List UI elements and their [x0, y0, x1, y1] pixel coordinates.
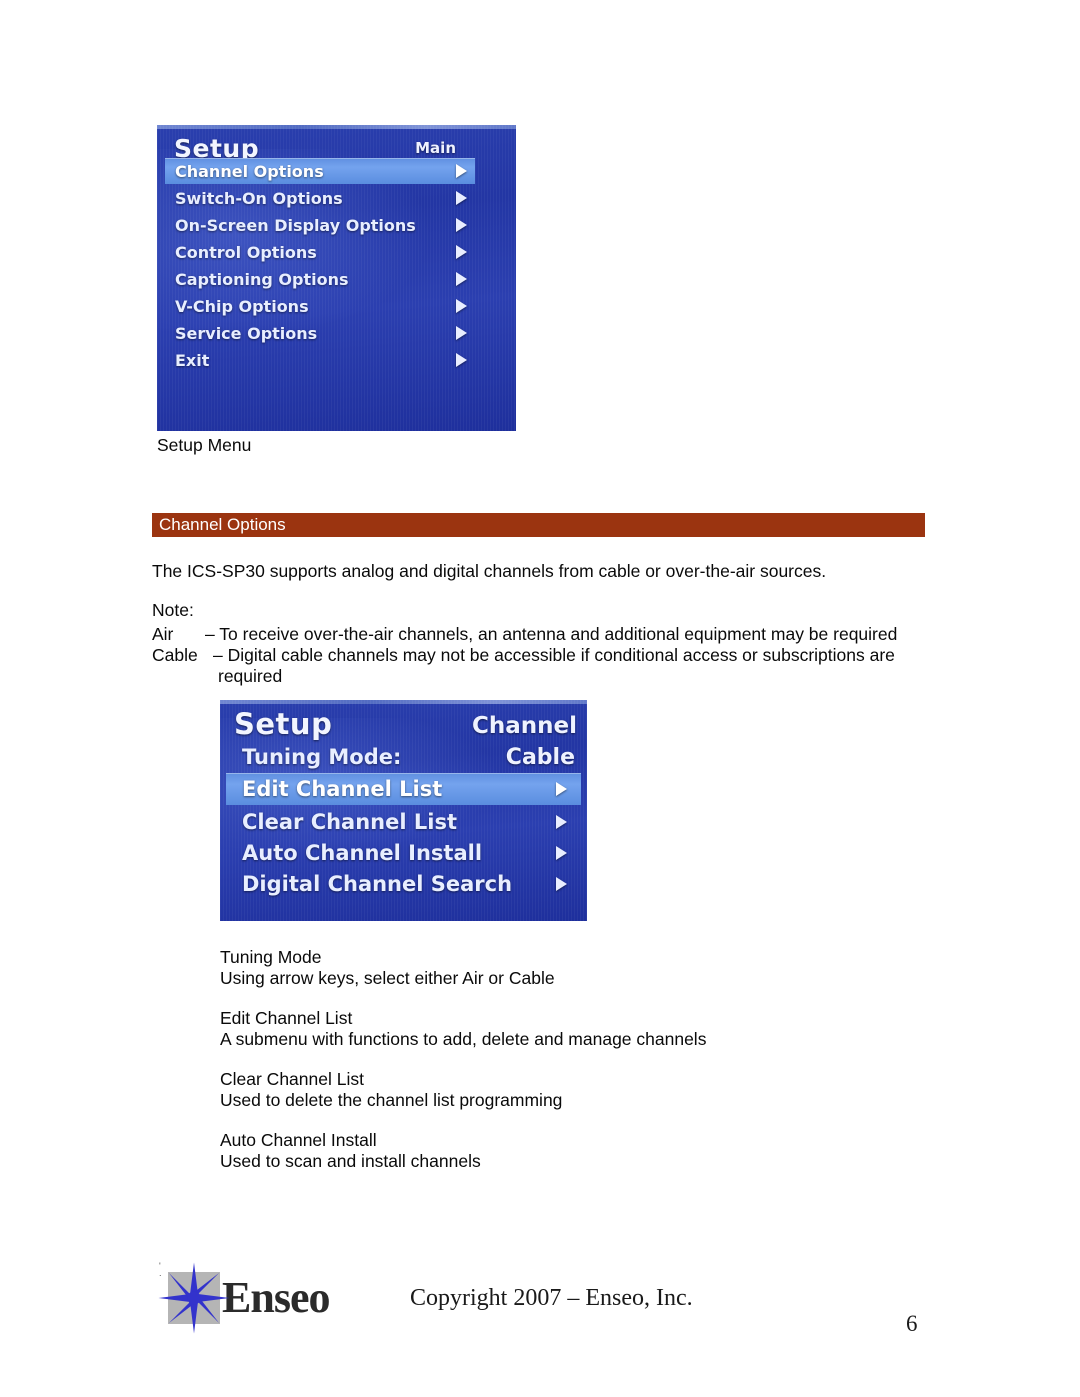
triangle-right-icon [556, 782, 567, 796]
description-term-tuning-mode: Tuning Mode [220, 947, 322, 967]
osd-item-label: Tuning Mode: [242, 745, 402, 769]
section-heading-bar: Channel Options [152, 513, 925, 537]
osd-item-label: Exit [175, 350, 210, 370]
osd-item-digital-channel-search[interactable]: Digital Channel Search [226, 868, 581, 899]
osd-title: Setup [234, 707, 333, 741]
osd-item-label: Control Options [175, 242, 317, 262]
osd-item-captioning-options[interactable]: Captioning Options [165, 266, 475, 292]
triangle-right-icon [456, 272, 467, 286]
osd-item-label: Channel Options [175, 161, 324, 181]
osd-item-label: On-Screen Display Options [175, 215, 416, 235]
osd-item-label: Clear Channel List [242, 809, 457, 834]
osd-item-switch-on-options[interactable]: Switch-On Options [165, 185, 475, 211]
intro-paragraph: The ICS-SP30 supports analog and digital… [152, 561, 827, 581]
note-cable-text: – Digital cable channels may not be acce… [213, 645, 895, 665]
description-term-edit-channel-list: Edit Channel List [220, 1008, 353, 1028]
screen-top-edge [220, 700, 587, 704]
note-air-term: Air [152, 624, 174, 644]
triangle-right-icon [556, 814, 567, 829]
logo-wordmark: Enseo [222, 1273, 330, 1322]
copyright-notice: Copyright 2007 – Enseo, Inc. [410, 1285, 693, 1311]
enseo-logo: Enseo [158, 1262, 330, 1334]
osd-item-label: Captioning Options [175, 269, 349, 289]
description-text-edit-channel-list: A submenu with functions to add, delete … [220, 1029, 707, 1049]
note-cable-continuation: required [218, 666, 283, 686]
osd-item-label: Edit Channel List [242, 777, 443, 801]
description-text-clear-channel-list: Used to delete the channel list programm… [220, 1090, 563, 1110]
osd-item-exit[interactable]: Exit [165, 347, 475, 373]
osd-item-control-options[interactable]: Control Options [165, 239, 475, 265]
note-cable-term: Cable [152, 645, 198, 665]
triangle-right-icon [556, 876, 567, 891]
description-term-auto-channel-install: Auto Channel Install [220, 1130, 377, 1150]
osd-item-edit-channel-list[interactable]: Edit Channel List [226, 773, 581, 805]
osd-item-label: Service Options [175, 323, 318, 343]
screen-top-edge [157, 125, 516, 129]
osd-corner-label: Channel [471, 713, 577, 739]
description-term-clear-channel-list: Clear Channel List [220, 1069, 364, 1089]
note-air-text: – To receive over-the-air channels, an a… [205, 624, 898, 644]
osd-item-service-options[interactable]: Service Options [165, 320, 475, 346]
osd-item-label: Digital Channel Search [242, 871, 513, 896]
enseo-star-icon [157, 1261, 231, 1335]
triangle-right-icon [456, 326, 467, 340]
setup-menu-caption: Setup Menu [157, 435, 252, 455]
triangle-right-icon [456, 218, 467, 232]
triangle-right-icon [456, 245, 467, 259]
osd-item-clear-channel-list[interactable]: Clear Channel List [226, 806, 581, 837]
section-heading-label: Channel Options [159, 515, 286, 534]
triangle-right-icon [556, 845, 567, 860]
osd-corner-label: Main [415, 139, 456, 157]
description-text-tuning-mode: Using arrow keys, select either Air or C… [220, 968, 555, 988]
triangle-right-icon [456, 164, 467, 178]
logo-square [158, 1262, 230, 1334]
osd-item-channel-options[interactable]: Channel Options [165, 158, 475, 184]
channel-menu-screenshot: Setup Channel Tuning Mode: Cable Edit Ch… [220, 700, 587, 921]
osd-item-tuning-mode[interactable]: Tuning Mode: Cable [226, 742, 581, 772]
triangle-right-icon [456, 299, 467, 313]
osd-item-v-chip-options[interactable]: V-Chip Options [165, 293, 475, 319]
osd-item-auto-channel-install[interactable]: Auto Channel Install [226, 837, 581, 868]
osd-item-on-screen-display-options[interactable]: On-Screen Display Options [165, 212, 475, 238]
osd-item-label: Switch-On Options [175, 188, 343, 208]
triangle-right-icon [456, 191, 467, 205]
description-text-auto-channel-install: Used to scan and install channels [220, 1151, 481, 1171]
note-label: Note: [152, 600, 194, 620]
osd-item-value: Cable [505, 744, 575, 770]
triangle-right-icon [456, 353, 467, 367]
osd-item-label: V-Chip Options [175, 296, 309, 316]
osd-item-label: Auto Channel Install [242, 840, 483, 865]
setup-menu-screenshot: Setup Main Channel Options Switch-On Opt… [157, 125, 516, 431]
page-number: 6 [906, 1311, 918, 1336]
